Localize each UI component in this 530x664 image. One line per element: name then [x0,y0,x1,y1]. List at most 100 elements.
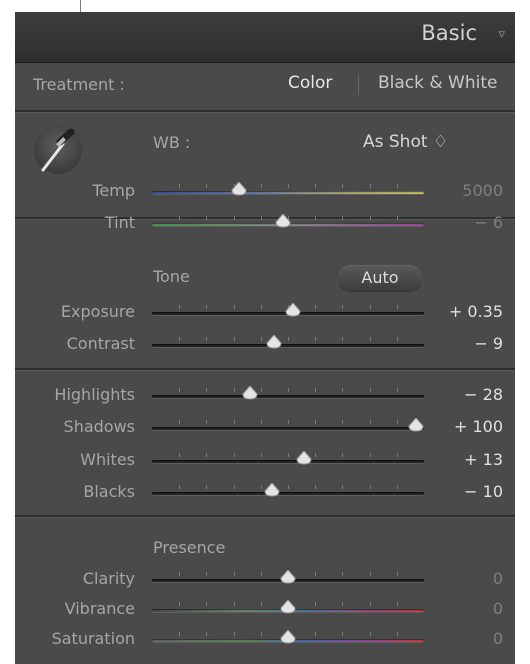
slider-tick [342,572,343,576]
slider-tick [315,388,316,392]
treatment-color-option[interactable]: Color [288,73,332,93]
tint-slider-thumb[interactable] [275,214,291,228]
tint-slider[interactable] [152,214,424,228]
temp-value[interactable]: 5000 [433,181,503,200]
slider-tick [288,420,289,424]
clarity-label: Clarity [82,569,135,588]
slider-tick [206,572,207,576]
eyedropper-icon[interactable] [33,122,83,178]
clarity-value[interactable]: 0 [433,569,503,588]
slider-tick [397,602,398,606]
contrast-value[interactable]: − 9 [433,334,503,353]
tint-label: Tint [104,213,135,232]
slider-tick [206,453,207,457]
slider-tick [315,420,316,424]
slider-tick [397,632,398,636]
saturation-value[interactable]: 0 [433,629,503,648]
highlights-value[interactable]: − 28 [433,385,503,404]
blacks-value[interactable]: − 10 [433,482,503,501]
highlights-slider-thumb[interactable] [242,386,258,400]
contrast-slider-thumb[interactable] [266,335,282,349]
slider-tick [342,420,343,424]
whites-label: Whites [80,450,135,469]
slider-tick [234,337,235,341]
treatment-bw-option[interactable]: Black & White [378,73,498,93]
slider-tick [261,305,262,309]
panel-title: Basic [421,21,477,45]
slider-tick [288,453,289,457]
panel-header[interactable]: Basic ▿ [15,12,515,63]
blacks-label: Blacks [83,482,135,501]
slider-tick [206,632,207,636]
divider-line [80,0,81,12]
clarity-slider[interactable] [152,570,424,584]
shadows-value[interactable]: + 100 [433,417,503,436]
slider-tick [261,420,262,424]
slider-tick [397,485,398,489]
slider-tick [370,388,371,392]
shadows-slider-thumb[interactable] [408,418,424,432]
exposure-value[interactable]: + 0.35 [433,302,503,321]
whites-value[interactable]: + 13 [433,450,503,469]
section-divider [15,368,515,371]
slider-tick [261,337,262,341]
exposure-slider[interactable] [152,303,424,317]
slider-tick [179,216,180,220]
whites-slider[interactable] [152,451,424,465]
slider-tick [179,184,180,188]
saturation-slider[interactable] [152,630,424,644]
slider-tick [206,184,207,188]
vibrance-value[interactable]: 0 [433,599,503,618]
highlights-slider[interactable] [152,386,424,400]
shadows-label: Shadows [63,417,135,436]
slider-tick [234,388,235,392]
temp-slider-thumb[interactable] [231,182,247,196]
slider-tick [234,453,235,457]
temp-slider[interactable] [152,182,424,196]
slider-tick [206,337,207,341]
vibrance-slider-thumb[interactable] [280,600,296,614]
saturation-slider-thumb[interactable] [280,630,296,644]
exposure-label: Exposure [60,302,135,321]
slider-tick [315,485,316,489]
wb-preset-select[interactable]: As Shot ♢ [363,132,448,152]
wb-label: WB : [153,133,191,152]
slider-tick [397,337,398,341]
slider-tick [397,420,398,424]
contrast-slider[interactable] [152,335,424,349]
slider-tick [315,184,316,188]
slider-tick [315,602,316,606]
section-divider [15,110,515,113]
collapse-triangle-icon[interactable]: ▿ [498,27,505,42]
temp-label: Temp [92,181,135,200]
slider-tick [179,602,180,606]
slider-tick [315,632,316,636]
contrast-label: Contrast [66,334,135,353]
slider-tick [234,216,235,220]
slider-tick [370,602,371,606]
treatment-divider [358,75,359,95]
slider-tick [342,337,343,341]
slider-tick [261,632,262,636]
slider-tick [342,602,343,606]
slider-tick [370,485,371,489]
slider-tick [261,602,262,606]
blacks-slider-thumb[interactable] [264,483,280,497]
slider-tick [179,305,180,309]
shadows-slider[interactable] [152,418,424,432]
slider-tick [370,632,371,636]
tint-value[interactable]: − 6 [433,213,503,232]
slider-tick [288,184,289,188]
blacks-slider[interactable] [152,483,424,497]
slider-tick [206,602,207,606]
slider-tick [370,216,371,220]
whites-slider-thumb[interactable] [296,451,312,465]
auto-tone-button[interactable]: Auto [338,265,422,291]
slider-tick [234,420,235,424]
exposure-slider-thumb[interactable] [285,303,301,317]
vibrance-slider[interactable] [152,600,424,614]
slider-tick [370,305,371,309]
slider-tick [342,632,343,636]
clarity-slider-thumb[interactable] [280,570,296,584]
slider-tick [234,305,235,309]
